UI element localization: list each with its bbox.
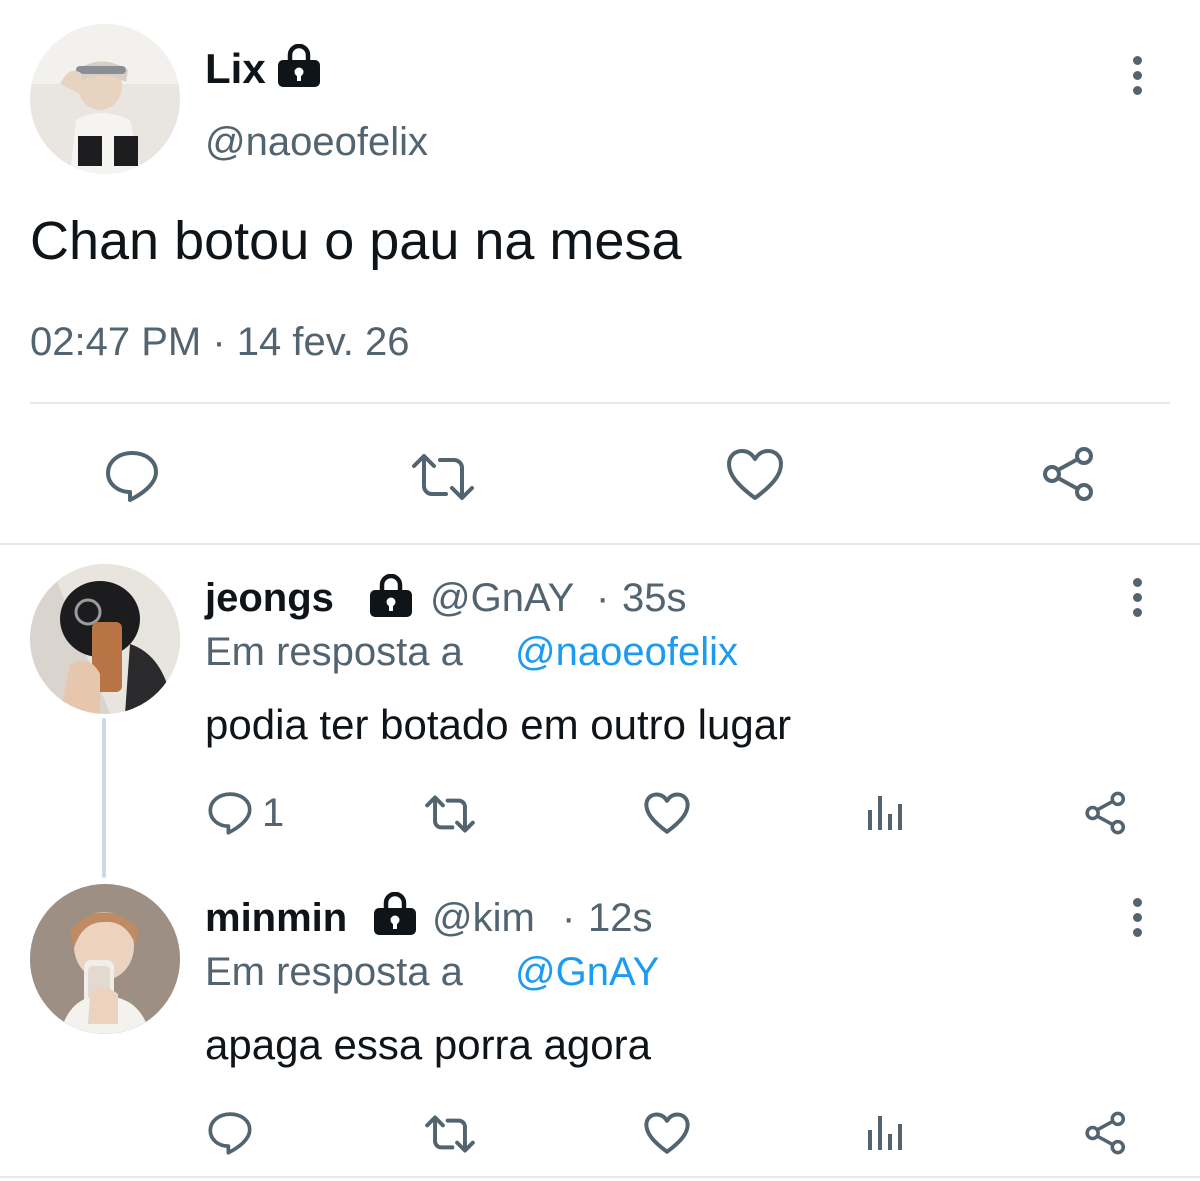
reply-count: 1 — [262, 791, 285, 835]
avatar-lix[interactable] — [30, 24, 180, 174]
author-handle[interactable]: @naoeofelix — [205, 118, 428, 166]
analytics-icon[interactable] — [866, 1114, 906, 1152]
like-icon[interactable] — [644, 1112, 690, 1155]
reply-text: podia ter botado em outro lugar — [205, 701, 792, 748]
section-divider — [0, 543, 1200, 545]
reply-author-name[interactable]: minmin — [205, 894, 347, 942]
more-options-icon[interactable] — [1131, 898, 1143, 943]
reply-author-name[interactable]: jeongs — [205, 574, 334, 622]
lock-icon — [276, 44, 322, 88]
tweet-text: Chan botou o pau na mesa — [30, 211, 682, 271]
share-icon[interactable] — [1083, 1111, 1129, 1155]
replying-to-label: Em resposta a — [205, 950, 463, 994]
replying-to-link[interactable]: @naoeofelix — [515, 628, 738, 676]
author-name[interactable]: Lix — [205, 44, 266, 94]
avatar-minmin[interactable] — [30, 884, 180, 1034]
retweet-icon[interactable] — [410, 452, 476, 502]
reply-handle[interactable]: @GnAY — [430, 574, 574, 622]
reply-time[interactable]: 35s — [622, 574, 687, 622]
replying-to-label: Em resposta a — [205, 630, 463, 674]
retweet-icon[interactable] — [424, 794, 476, 834]
more-options-icon[interactable] — [1131, 56, 1143, 101]
reply-icon[interactable] — [207, 790, 253, 836]
lock-icon — [372, 892, 418, 936]
reply-icon[interactable] — [207, 1110, 253, 1156]
like-icon[interactable] — [726, 448, 784, 502]
replying-to-link[interactable]: @GnAY — [515, 948, 659, 996]
tweet-timestamp[interactable]: 02:47 PM · 14 fev. 26 — [30, 318, 409, 366]
reply-handle[interactable]: @kim — [432, 894, 535, 942]
reply-icon[interactable] — [104, 448, 160, 504]
retweet-icon[interactable] — [424, 1114, 476, 1154]
reply-time[interactable]: 12s — [588, 894, 653, 942]
avatar-jeongs[interactable] — [30, 564, 180, 714]
dot-separator: · — [562, 896, 576, 940]
like-icon[interactable] — [644, 792, 690, 835]
share-icon[interactable] — [1040, 446, 1098, 502]
more-options-icon[interactable] — [1131, 578, 1143, 623]
reply-text: apaga essa porra agora — [205, 1021, 651, 1068]
thread-line — [102, 718, 106, 878]
analytics-icon[interactable] — [866, 794, 906, 832]
lock-icon — [368, 574, 414, 618]
divider — [30, 402, 1170, 404]
dot-separator: · — [596, 576, 610, 620]
share-icon[interactable] — [1083, 791, 1129, 835]
bottom-divider — [0, 1176, 1200, 1178]
